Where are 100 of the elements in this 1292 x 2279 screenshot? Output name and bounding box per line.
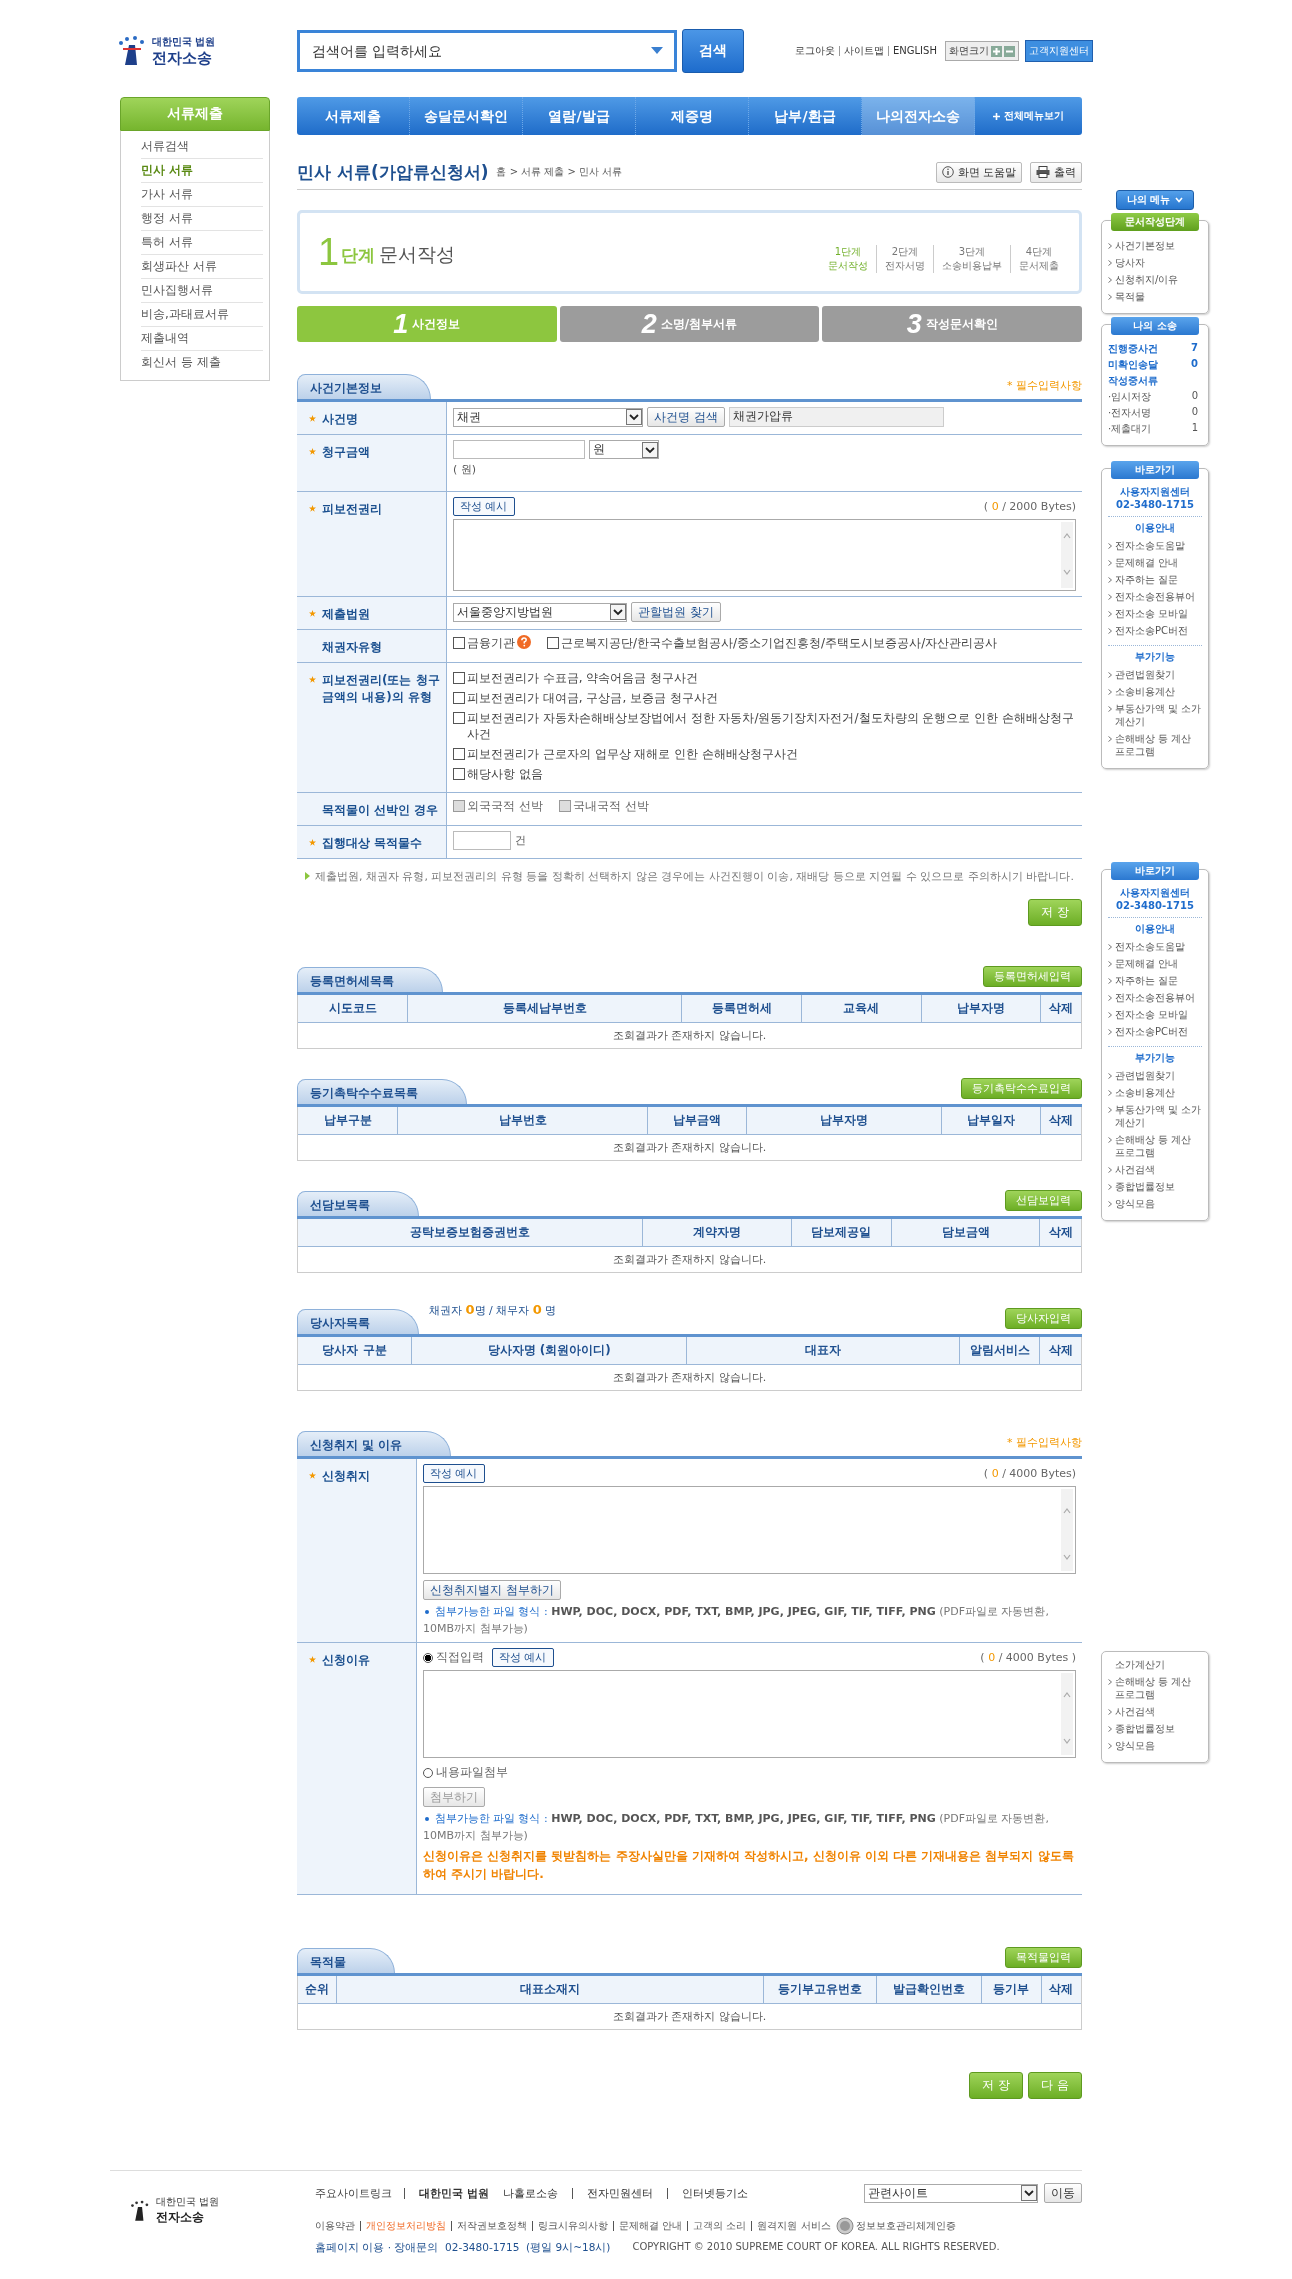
example-button[interactable]: 작성 예시 (492, 1648, 554, 1667)
text-area[interactable] (423, 1670, 1076, 1758)
related-sites-select[interactable]: 관련사이트 (864, 2183, 1038, 2203)
text-area[interactable] (453, 519, 1076, 591)
footer-link[interactable]: 대한민국 법원 (404, 2187, 503, 2199)
checkbox[interactable] (547, 637, 559, 649)
side-link[interactable]: 전자소송도움말 (1115, 940, 1185, 953)
side-link[interactable]: 부동산가액 및 소가계산기 (1115, 1103, 1204, 1129)
checkbox[interactable] (453, 672, 465, 684)
help-icon[interactable] (517, 635, 531, 649)
util-link[interactable]: 로그아웃 (791, 46, 839, 56)
checkbox[interactable] (453, 692, 465, 704)
radio-button[interactable] (423, 1652, 433, 1663)
policy-link[interactable]: 이용약관 (315, 2221, 360, 2231)
checkbox-option[interactable]: 근로복지공단/한국수출보험공사/중소기업진흥청/주택도시보증공사/자산관리공사 (547, 635, 998, 651)
side-link[interactable]: 전자소송 모바일 (1115, 1008, 1189, 1021)
side-link[interactable]: 소송비용계산 (1115, 685, 1175, 698)
left-nav-item[interactable]: 회신서 등 제출 (141, 351, 263, 374)
amount-input[interactable] (453, 440, 585, 459)
side-link[interactable]: 전자소송PC버전 (1115, 1025, 1188, 1038)
left-nav-item[interactable]: 가사 서류 (141, 183, 263, 207)
example-button[interactable]: 작성 예시 (423, 1464, 485, 1483)
attach-file-button[interactable]: 신청취지별지 첨부하기 (423, 1580, 561, 1600)
side-link[interactable]: 손해배상 등 계산 프로그램 (1115, 1133, 1204, 1159)
search-field[interactable]: 검색어를 입력하세요 (297, 30, 677, 72)
search-button[interactable]: 검색 (682, 29, 744, 73)
text-area[interactable] (423, 1486, 1076, 1574)
left-nav-item[interactable]: 행정 서류 (141, 207, 263, 231)
side-link[interactable]: 양식모음 (1115, 1197, 1155, 1210)
all-menu-link[interactable]: 전체메뉴보기 (975, 109, 1082, 123)
policy-link[interactable]: 고객의 소리 (687, 2221, 752, 2231)
main-nav-tab[interactable]: 서류제출 (297, 97, 410, 135)
left-nav-item[interactable]: 제출내역 (141, 327, 263, 351)
policy-link[interactable]: 저작권보호정책 (451, 2221, 532, 2231)
side-link[interactable]: 관련법원찾기 (1115, 1069, 1175, 1082)
case-type-select[interactable]: 채권 (453, 407, 643, 427)
util-link[interactable]: ENGLISH (888, 46, 941, 56)
left-nav-item[interactable]: 민사 서류 (141, 159, 263, 183)
checkbox[interactable] (453, 712, 465, 724)
court-select[interactable]: 서울중앙지방법원 (453, 602, 627, 622)
checkbox-option[interactable]: 피보전권리가 수표금, 약속어음금 청구사건 (453, 670, 1076, 686)
checkbox[interactable] (453, 768, 465, 780)
side-link[interactable]: 관련법원찾기 (1115, 668, 1175, 681)
side-link[interactable]: 전자소송전용뷰어 (1115, 991, 1195, 1004)
dropdown-caret-icon[interactable] (651, 47, 663, 55)
side-link[interactable]: 사건기본정보 (1115, 239, 1175, 252)
plus-icon[interactable] (990, 45, 1002, 57)
side-link[interactable]: 문제해결 안내 (1115, 556, 1179, 569)
left-nav-item[interactable]: 민사집행서류 (141, 279, 263, 303)
radio-option[interactable]: 내용파일첨부 (423, 1764, 1072, 1781)
side-link[interactable]: 소송비용계산 (1115, 1086, 1175, 1099)
footer-link[interactable]: 전자민원센터 (571, 2187, 667, 2199)
radio-button[interactable] (423, 1767, 433, 1778)
side-link[interactable]: 전자소송전용뷰어 (1115, 590, 1195, 603)
side-link[interactable]: 사건검색 (1115, 1705, 1155, 1718)
policy-link[interactable]: 원격지원 서비스 (751, 2221, 836, 2231)
side-link[interactable]: 문제해결 안내 (1115, 957, 1179, 970)
checkbox-option[interactable]: 해당사항 없음 (453, 766, 1076, 782)
checkbox[interactable] (453, 637, 465, 649)
main-nav-tab[interactable]: 열람/발급 (523, 97, 636, 135)
zoom-control[interactable]: 화면크기 (944, 41, 1019, 61)
currency-select[interactable]: 원 (589, 440, 659, 459)
side-link[interactable]: 손해배상 등 계산 프로그램 (1115, 732, 1204, 758)
side-link[interactable]: 당사자 (1115, 256, 1145, 269)
radio-option[interactable]: 직접입력 (423, 1649, 484, 1666)
side-link[interactable]: 손해배상 등 계산 프로그램 (1115, 1675, 1204, 1701)
policy-link[interactable]: 링크시유의사항 (532, 2221, 613, 2231)
print-button[interactable]: 출력 (1030, 161, 1082, 183)
side-link[interactable]: 자주하는 질문 (1115, 974, 1179, 987)
side-link[interactable]: 전자소송도움말 (1115, 539, 1185, 552)
side-link[interactable]: 전자소송PC버전 (1115, 624, 1188, 637)
case-name-search-button[interactable]: 사건명 검색 (647, 407, 725, 427)
checkbox-option[interactable]: 피보전권리가 대여금, 구상금, 보증금 청구사건 (453, 690, 1076, 706)
side-link[interactable]: 자주하는 질문 (1115, 573, 1179, 586)
count-input[interactable] (453, 831, 511, 850)
side-link[interactable]: 신청취지/이유 (1115, 273, 1179, 286)
side-link[interactable]: 사건검색 (1115, 1163, 1155, 1176)
left-nav-item[interactable]: 비송,과태료서류 (141, 303, 263, 327)
footer-link[interactable]: 나홀로소송 (502, 2187, 572, 2199)
side-link[interactable]: 부동산가액 및 소가계산기 (1115, 702, 1204, 728)
side-link[interactable]: 목적물 (1115, 290, 1145, 303)
my-menu-button[interactable]: 나의 메뉴 (1115, 190, 1195, 210)
main-nav-tab[interactable]: 납부/환급 (749, 97, 862, 135)
left-nav-item[interactable]: 서류검색 (141, 135, 263, 159)
left-nav-item[interactable]: 특허 서류 (141, 231, 263, 255)
util-link[interactable]: 사이트맵 (839, 46, 888, 56)
policy-link[interactable]: 문제해결 안내 (613, 2221, 688, 2231)
side-link[interactable]: 종합법률정보 (1115, 1722, 1175, 1735)
go-button[interactable]: 이동 (1044, 2183, 1082, 2203)
side-link[interactable]: 양식모음 (1115, 1739, 1155, 1752)
help-button[interactable]: 화면 도움말 (935, 161, 1022, 183)
side-link[interactable]: 전자소송 모바일 (1115, 607, 1189, 620)
footer-link[interactable]: 인터넷등기소 (666, 2187, 762, 2199)
left-nav-item[interactable]: 회생파산 서류 (141, 255, 263, 279)
main-nav-tab[interactable]: 송달문서확인 (410, 97, 523, 135)
checkbox[interactable] (453, 748, 465, 760)
checkbox-option[interactable]: 피보전권리가 자동차손해배상보장법에서 정한 자동차/원동기장치자전거/철도차량의 운행으로 인한 손해배상청구사건 (453, 710, 1076, 742)
side-link[interactable]: 소가계산기 (1115, 1658, 1165, 1671)
minus-icon[interactable] (1003, 45, 1015, 57)
example-button[interactable]: 작성 예시 (453, 497, 515, 516)
